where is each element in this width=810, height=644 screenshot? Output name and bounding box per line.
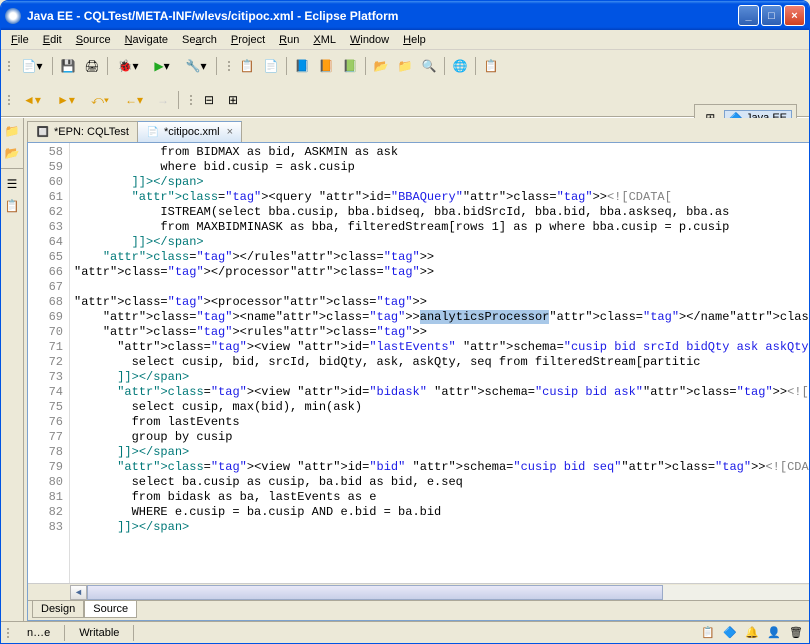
editor-area: 🔲 *EPN: CQLTest 📄 *citipoc.xml × ▭ □ 58 …: [24, 118, 809, 621]
minimize-button[interactable]: _: [738, 5, 759, 26]
status-selection: n…e: [21, 627, 56, 639]
editor: 58 59 60 61 62 63 64 65 66 67 68 69 70 7…: [27, 142, 809, 621]
last-edit-button[interactable]: ⤺▾: [84, 89, 116, 111]
tab-source[interactable]: Source: [84, 601, 137, 618]
menu-file[interactable]: File: [5, 32, 35, 48]
menu-source[interactable]: Source: [70, 32, 117, 48]
status-icon-2[interactable]: 🔷: [723, 626, 737, 640]
menu-xml[interactable]: XML: [307, 32, 342, 48]
scroll-left-button[interactable]: ◄: [70, 585, 87, 600]
package-explorer-icon[interactable]: 📁: [3, 122, 21, 140]
close-tab-button[interactable]: ×: [227, 126, 233, 138]
open-task-button[interactable]: 📁: [394, 55, 416, 77]
titlebar[interactable]: Java EE - CQLTest/META-INF/wlevs/citipoc…: [1, 1, 809, 30]
trash-icon[interactable]: 🗑: [789, 626, 803, 640]
eclipse-icon: [5, 8, 21, 24]
horizontal-scrollbar[interactable]: ◄ ►: [28, 583, 809, 600]
diagram-icon: 🔲: [36, 125, 50, 139]
outline-icon[interactable]: ☰: [3, 175, 21, 193]
open-type-button[interactable]: 📂: [370, 55, 392, 77]
menu-navigate[interactable]: Navigate: [119, 32, 174, 48]
forward-button[interactable]: →: [152, 89, 174, 111]
editor-tabs: 🔲 *EPN: CQLTest 📄 *citipoc.xml × ▭ □: [24, 118, 809, 142]
line-gutter: 58 59 60 61 62 63 64 65 66 67 68 69 70 7…: [28, 143, 70, 583]
new-xml-button[interactable]: 📄: [260, 55, 282, 77]
tab-epn[interactable]: 🔲 *EPN: CQLTest: [27, 121, 138, 142]
tab-citipoc[interactable]: 📄 *citipoc.xml ×: [137, 121, 242, 142]
menu-help[interactable]: Help: [397, 32, 432, 48]
run-button[interactable]: ▶▾: [146, 55, 178, 77]
debug-button[interactable]: 🐞▾: [112, 55, 144, 77]
close-button[interactable]: ×: [784, 5, 805, 26]
new-servlet-button[interactable]: 📙: [315, 55, 337, 77]
code-area[interactable]: 58 59 60 61 62 63 64 65 66 67 68 69 70 7…: [28, 143, 809, 583]
menu-edit[interactable]: Edit: [37, 32, 68, 48]
statusbar: n…e Writable 📋 🔷 🔔 👤 🗑: [1, 621, 809, 643]
status-mode: Writable: [73, 627, 125, 639]
status-icon-4[interactable]: 👤: [767, 626, 781, 640]
h-scroll-thumb[interactable]: [87, 585, 663, 600]
app-window: Java EE - CQLTest/META-INF/wlevs/citipoc…: [0, 0, 810, 644]
xml-icon: 📄: [146, 125, 160, 139]
tasklist-icon[interactable]: 📋: [3, 197, 21, 215]
toolbar-area: 📄▾ 💾 🖨 🐞▾ ▶▾ 🔧▾ 📋 📄 📘 📙 📗 📂 📁 🔍 🌐: [1, 50, 809, 117]
new-button[interactable]: 📄▾: [16, 55, 48, 77]
tasks-button[interactable]: 📋: [480, 55, 502, 77]
status-icon-3[interactable]: 🔔: [745, 626, 759, 640]
web-browser-button[interactable]: 🌐: [449, 55, 471, 77]
collapse-button[interactable]: ⊟: [198, 89, 220, 111]
nav-next-button[interactable]: ►▾: [50, 89, 82, 111]
menu-window[interactable]: Window: [344, 32, 395, 48]
back-button[interactable]: ←▾: [118, 89, 150, 111]
new-bean-button[interactable]: 📘: [291, 55, 313, 77]
main-area: 📁 📂 ☰ 📋 🔲 *EPN: CQLTest 📄 *citipoc.xml ×: [1, 117, 809, 621]
menu-project[interactable]: Project: [225, 32, 271, 48]
tab-design[interactable]: Design: [32, 601, 84, 618]
new-jsp-button[interactable]: 📗: [339, 55, 361, 77]
print-button[interactable]: 🖨: [81, 55, 103, 77]
code-content[interactable]: from BIDMAX as bid, ASKMIN as ask where …: [70, 143, 809, 583]
left-trim: 📁 📂 ☰ 📋: [1, 118, 24, 621]
menubar: File Edit Source Navigate Search Project…: [1, 30, 809, 50]
menu-run[interactable]: Run: [273, 32, 305, 48]
expand-button[interactable]: ⊞: [222, 89, 244, 111]
status-icon-1[interactable]: 📋: [701, 626, 715, 640]
search-button[interactable]: 🔍: [418, 55, 440, 77]
run-last-button[interactable]: 🔧▾: [180, 55, 212, 77]
save-button[interactable]: 💾: [57, 55, 79, 77]
new-server-button[interactable]: 📋: [236, 55, 258, 77]
navigator-icon[interactable]: 📂: [3, 144, 21, 162]
editor-bottom-tabs: Design Source: [28, 600, 809, 620]
menu-search[interactable]: Search: [176, 32, 223, 48]
nav-prev-button[interactable]: ◄▾: [16, 89, 48, 111]
window-title: Java EE - CQLTest/META-INF/wlevs/citipoc…: [27, 9, 738, 23]
maximize-button[interactable]: □: [761, 5, 782, 26]
